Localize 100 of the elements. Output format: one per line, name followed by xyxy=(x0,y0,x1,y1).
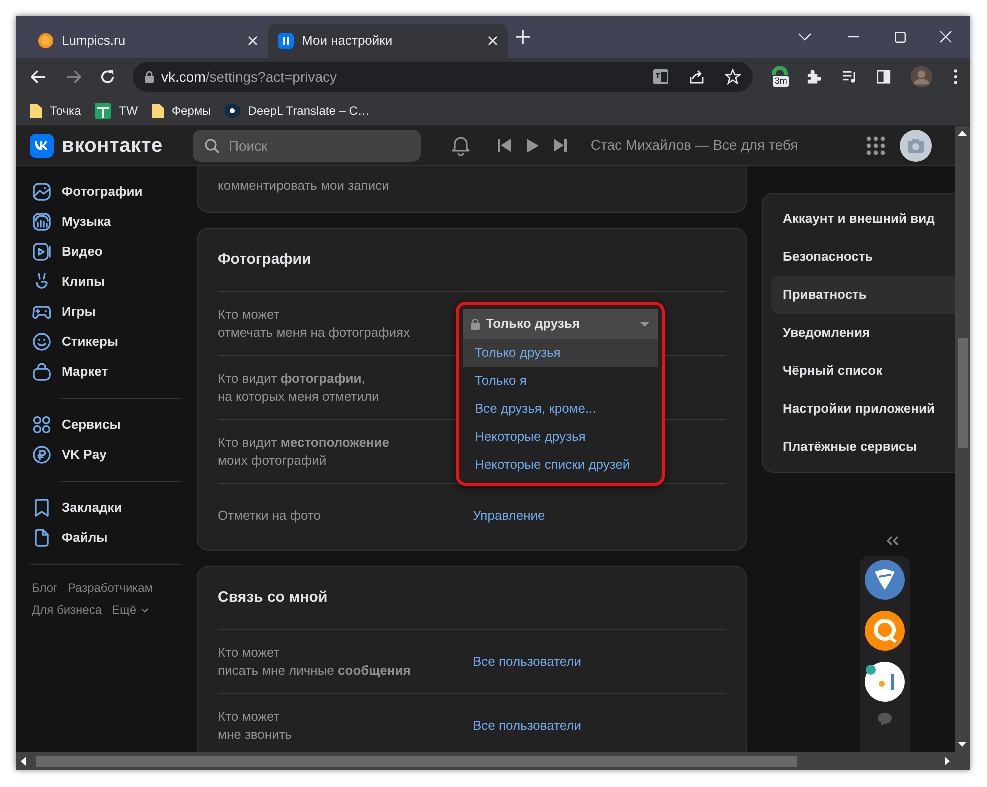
card-title: Связь со мной xyxy=(218,588,328,608)
media-control-icon[interactable] xyxy=(842,70,858,84)
share-icon[interactable] xyxy=(688,69,705,85)
back-icon[interactable] xyxy=(31,70,47,84)
setting-label: Отметки на фото xyxy=(218,507,322,525)
tab-title: Lumpics.ru xyxy=(62,32,127,50)
settings-menu-item[interactable]: Чёрный список xyxy=(771,352,955,390)
scroll-up-icon[interactable] xyxy=(958,131,967,136)
settings-menu-item[interactable]: Платёжные сервисы xyxy=(771,428,955,466)
previous-track-icon[interactable] xyxy=(498,139,511,152)
browser-tab[interactable]: Мои настройки xyxy=(268,24,508,58)
hexagon-icon xyxy=(225,102,240,118)
footer-link[interactable]: Блог xyxy=(32,579,58,597)
sidebar-item[interactable]: Файлы xyxy=(16,523,195,553)
setting-value[interactable]: Все пользователи xyxy=(473,716,582,736)
bookmark-item[interactable]: Фермы xyxy=(152,102,212,120)
card-title: Фотографии xyxy=(218,250,312,270)
setting-label: Кто может мне звонить xyxy=(218,708,294,744)
address-bar[interactable]: vk.com/settings?act=privacy xyxy=(132,62,753,92)
dropdown-menu[interactable]: Только друзья Только друзья Только я Все друзья, кроме... Некоторые друзья Некоторые списки друзей xyxy=(456,302,665,486)
sidebar-item[interactable]: Игры xyxy=(16,297,195,327)
settings-menu-item[interactable]: Настройки приложений xyxy=(771,390,955,428)
lock-icon xyxy=(144,71,154,83)
collapse-icon[interactable] xyxy=(886,536,900,546)
folder-icon xyxy=(152,102,164,118)
play-icon[interactable] xyxy=(526,138,539,152)
folder-icon xyxy=(30,102,42,118)
forward-icon[interactable] xyxy=(66,70,82,84)
new-tab-icon[interactable] xyxy=(516,30,530,44)
side-panel-icon[interactable] xyxy=(877,70,891,84)
star-icon[interactable] xyxy=(724,69,741,85)
services-icon xyxy=(32,415,52,435)
settings-menu-item[interactable]: Безопасность xyxy=(771,238,955,276)
settings-menu-item[interactable]: Уведомления xyxy=(771,314,955,352)
maximize-icon[interactable] xyxy=(895,32,906,42)
citrus-slice-icon xyxy=(38,33,54,49)
smiley-icon xyxy=(32,332,52,352)
sidebar-item[interactable]: Сервисы xyxy=(16,410,195,440)
sidebar-item[interactable]: Закладки xyxy=(16,493,195,523)
extension-badge: 3m xyxy=(772,76,790,87)
search-icon xyxy=(204,138,220,154)
sidebar-item[interactable]: Стикеры xyxy=(16,327,195,357)
bell-icon[interactable] xyxy=(450,135,471,156)
photo-icon xyxy=(32,182,52,202)
sidebar-item[interactable]: Клипы xyxy=(16,267,195,297)
app-icon[interactable] xyxy=(865,611,905,651)
translate-icon[interactable] xyxy=(652,69,669,85)
bookmark-item[interactable]: Точка xyxy=(30,102,82,120)
close-icon[interactable] xyxy=(488,36,498,46)
dropdown-field[interactable]: Только друзья xyxy=(463,309,658,339)
url-text: vk.com/settings?act=privacy xyxy=(162,68,338,87)
caret-icon xyxy=(140,608,149,612)
next-track-icon[interactable] xyxy=(554,139,567,152)
app-icon[interactable] xyxy=(865,560,905,600)
reload-icon[interactable] xyxy=(100,69,116,85)
chevron-down-icon[interactable] xyxy=(798,33,812,41)
footer-link[interactable]: Разработчикам xyxy=(68,579,154,597)
lock-icon xyxy=(471,318,480,330)
footer-link[interactable]: Ещё xyxy=(112,601,149,619)
footer-link[interactable]: Для бизнеса xyxy=(32,601,102,619)
settings-menu-item[interactable]: Приватность xyxy=(771,276,955,314)
setting-label: Кто видит фотографии, на которых меня отметили xyxy=(218,370,380,406)
caret-icon xyxy=(640,322,650,326)
browser-tab[interactable]: Lumpics.ru xyxy=(28,24,268,58)
sidebar-item[interactable]: Музыка xyxy=(16,207,195,237)
now-playing-text[interactable]: Стас Михайлов — Все для тебя xyxy=(590,135,798,156)
setting-value[interactable]: Управление xyxy=(473,506,546,526)
setting-label: Кто видит местоположение моих фотографий xyxy=(218,434,391,470)
sidebar-item[interactable]: VK Pay xyxy=(16,440,195,470)
setting-label: Кто может писать мне личные сообщения xyxy=(218,644,412,680)
dropdown-option[interactable]: Только друзья xyxy=(463,339,658,367)
grid-sheet-icon xyxy=(95,102,112,118)
sidebar-item[interactable]: Фотографии xyxy=(16,177,195,207)
vk-logo-icon[interactable] xyxy=(30,134,54,158)
scroll-left-icon[interactable] xyxy=(21,756,26,766)
settings-menu-item[interactable]: Аккаунт и внешний вид xyxy=(771,200,955,238)
sidebar-item[interactable]: Видео xyxy=(16,237,195,267)
setting-label: комментировать мои записи xyxy=(218,177,390,195)
scroll-right-icon[interactable] xyxy=(945,756,950,766)
bookmark-item[interactable]: TW xyxy=(95,102,138,120)
avatar-icon[interactable] xyxy=(910,66,932,88)
minimize-icon[interactable] xyxy=(848,36,859,38)
close-icon[interactable] xyxy=(248,36,258,46)
apps-grid-icon[interactable] xyxy=(866,136,886,156)
bookmark-item[interactable]: DeepL Translate – C… xyxy=(225,102,370,120)
menu-icon[interactable] xyxy=(954,69,958,85)
scrollbar-thumb[interactable] xyxy=(36,756,797,766)
vk-logo-text[interactable]: вконтакте xyxy=(62,130,163,160)
file-icon xyxy=(32,528,52,548)
scroll-down-icon[interactable] xyxy=(958,742,967,747)
shopping-bag-icon xyxy=(32,362,52,382)
close-icon[interactable] xyxy=(940,31,952,43)
puzzle-icon[interactable] xyxy=(806,69,822,85)
search-field[interactable]: Поиск xyxy=(192,130,421,162)
sidebar-item[interactable]: Маркет xyxy=(16,357,195,387)
video-icon xyxy=(32,242,52,262)
profile-avatar-icon[interactable] xyxy=(900,130,932,162)
setting-value[interactable]: Все пользователи xyxy=(473,652,582,672)
scrollbar-thumb[interactable] xyxy=(958,338,968,448)
app-icon[interactable] xyxy=(865,662,905,702)
